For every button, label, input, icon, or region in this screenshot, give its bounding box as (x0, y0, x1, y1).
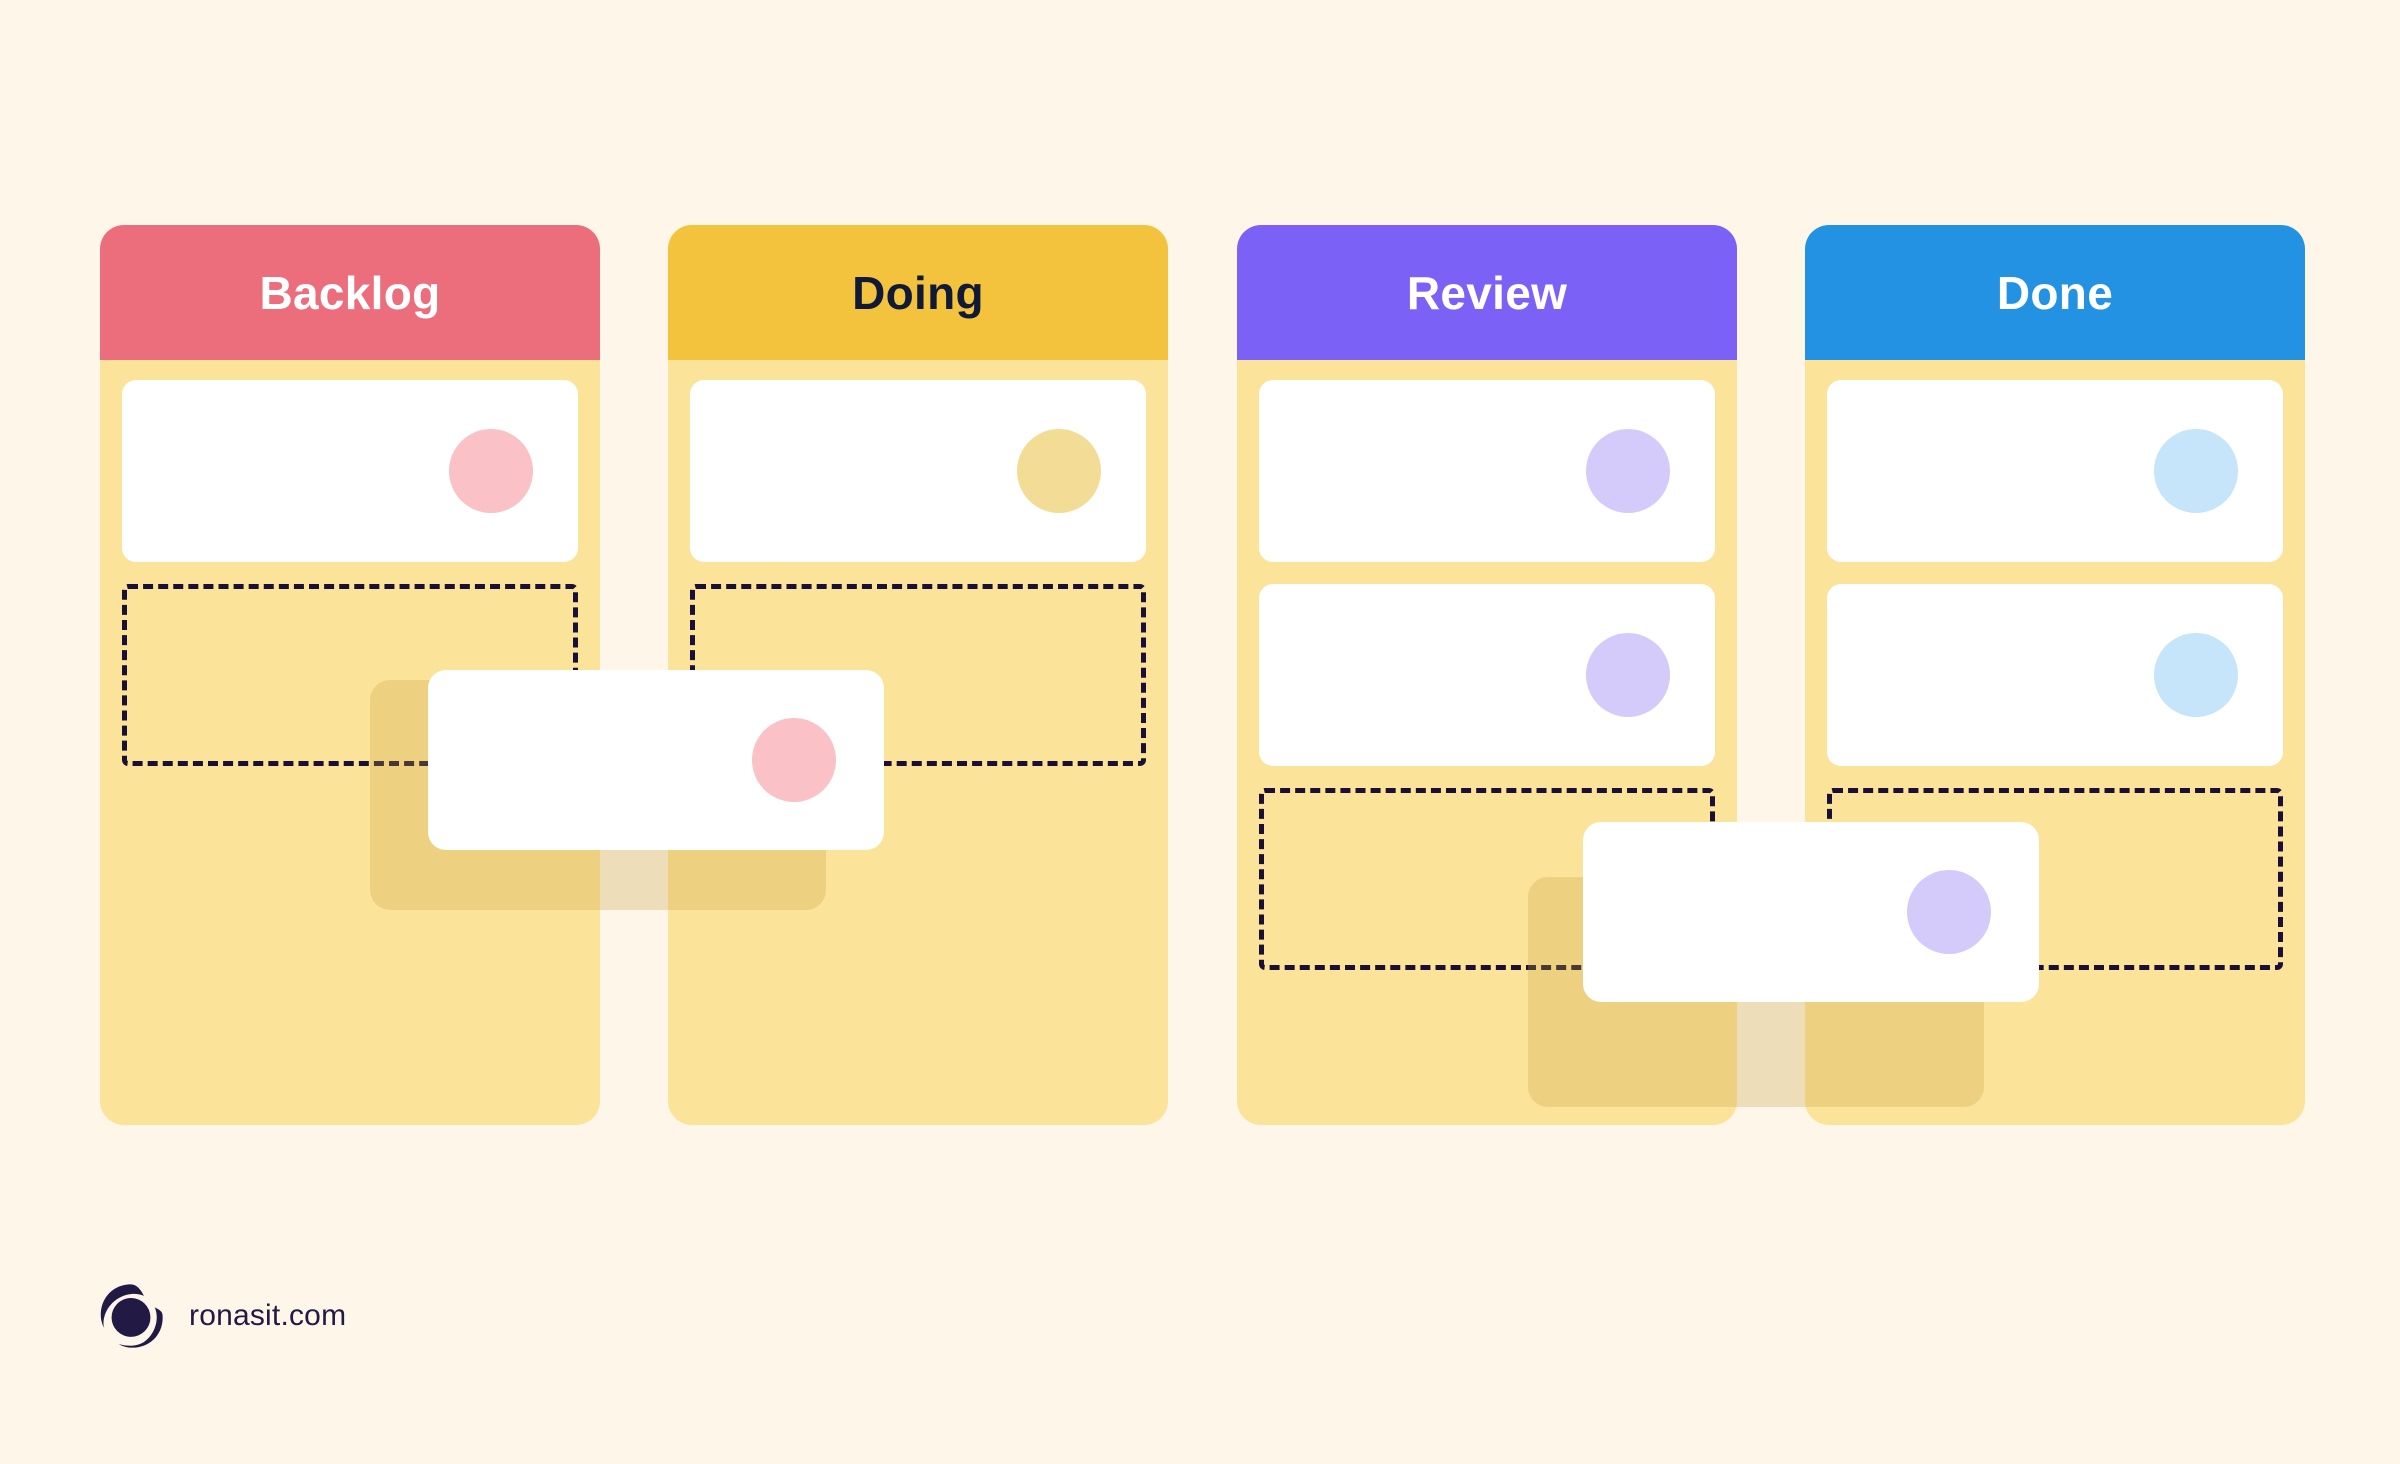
card-list (1827, 380, 2283, 992)
avatar (1586, 633, 1670, 717)
column-header-review[interactable]: Review (1237, 225, 1737, 360)
drop-placeholder-slot[interactable] (122, 584, 578, 766)
card-list (1259, 380, 1715, 992)
task-card[interactable] (1259, 380, 1715, 562)
drop-placeholder-slot[interactable] (1827, 788, 2283, 970)
column-title: Review (1406, 266, 1568, 319)
column-header-doing[interactable]: Doing (668, 225, 1168, 360)
kanban-board: Backlog Doing Review Done ronasit.com (0, 0, 2400, 1464)
avatar (1586, 429, 1670, 513)
column-header-backlog[interactable]: Backlog (100, 225, 600, 360)
task-card[interactable] (1827, 380, 2283, 562)
swirl-logo-icon (100, 1284, 163, 1348)
card-list (122, 380, 578, 788)
brand-name: ronasit.com (189, 1299, 347, 1332)
avatar (2154, 429, 2238, 513)
avatar (2154, 633, 2238, 717)
task-card[interactable] (122, 380, 578, 562)
column-title: Done (1996, 266, 2114, 319)
column-header-done[interactable]: Done (1805, 225, 2305, 360)
column-title: Backlog (259, 266, 441, 319)
drop-placeholder-slot[interactable] (1259, 788, 1715, 970)
drop-placeholder-slot[interactable] (690, 584, 1146, 766)
task-card[interactable] (1259, 584, 1715, 766)
brand-footer: ronasit.com (95, 1280, 346, 1352)
avatar (449, 429, 533, 513)
card-list (690, 380, 1146, 788)
column-title: Doing (852, 266, 984, 319)
avatar (1017, 429, 1101, 513)
task-card[interactable] (690, 380, 1146, 562)
task-card[interactable] (1827, 584, 2283, 766)
